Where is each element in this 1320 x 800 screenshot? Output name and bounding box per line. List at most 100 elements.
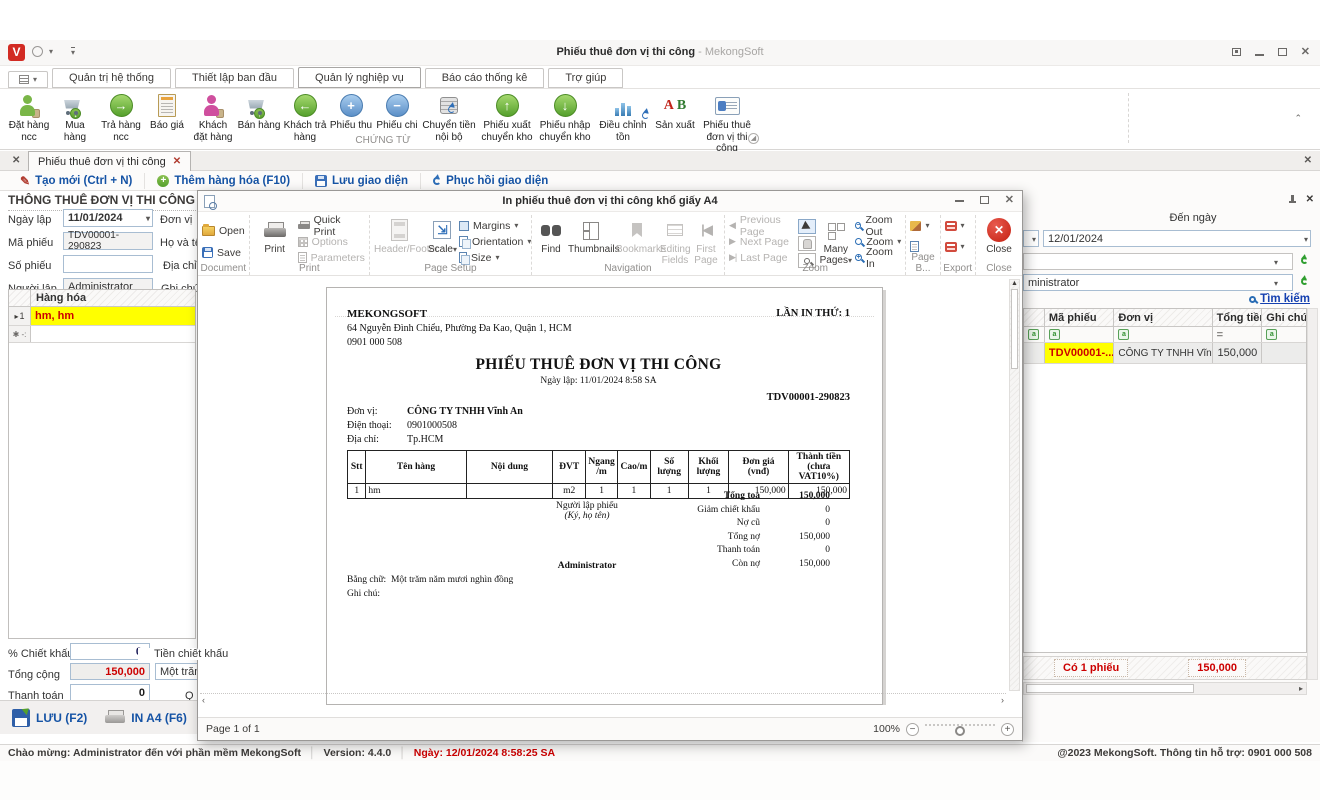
margins-button[interactable]: Margins▾ <box>459 219 531 232</box>
zoom-slider[interactable] <box>925 724 995 734</box>
hang-hoa-column-header[interactable]: Hàng hóa <box>31 290 195 306</box>
document-tab[interactable]: Phiếu thuê đơn vị thi công ✕ <box>28 151 191 171</box>
restore-icon[interactable] <box>1278 48 1287 56</box>
tab-tro-giup[interactable]: Trợ giúp <box>548 68 623 88</box>
chevron-down-icon[interactable]: ▾ <box>1274 258 1278 267</box>
hand-tool[interactable] <box>798 236 816 251</box>
save-button[interactable]: LƯU (F2) <box>12 709 87 727</box>
tu-ngay-combo-sliver[interactable]: ▾ <box>1023 230 1039 247</box>
new-button[interactable]: ✎Tạo mới (Ctrl + N) <box>8 173 145 189</box>
col-don-vi[interactable]: Đơn vị <box>1114 309 1212 326</box>
zoom-plus-icon[interactable]: + <box>1001 723 1014 736</box>
quick-print-button[interactable]: Quick Print <box>298 219 365 232</box>
den-ngay-input[interactable]: 12/01/2024▾ <box>1043 230 1311 247</box>
scale-button[interactable]: ⇲ Scale▾ <box>428 216 457 255</box>
close-preview-button[interactable]: ✕ Close <box>980 216 1018 255</box>
minimize-icon[interactable] <box>1255 54 1264 56</box>
print-a4-button[interactable]: IN A4 (F6) <box>105 710 187 725</box>
search-button[interactable]: Tìm kiếm <box>1249 293 1310 305</box>
result-row[interactable]: TDV00001-... CÔNG TY TNHH Vĩnh An 150,00… <box>1024 343 1306 364</box>
tabstrip-close-left-icon[interactable]: ✕ <box>12 155 20 166</box>
save-layout-button[interactable]: Lưu giao diện <box>303 173 421 189</box>
col-ghi-chu[interactable]: Ghi chú <box>1262 309 1306 326</box>
ngay-lap-input[interactable]: 11/01/2024▾ <box>63 209 153 227</box>
cell-ma-phieu[interactable]: TDV00001-... <box>1045 343 1114 363</box>
scroll-left-icon[interactable]: ‹ <box>202 695 205 705</box>
dialog-title-bar[interactable]: In phiếu thuê đơn vị thi công khổ giấy A… <box>198 191 1022 212</box>
open-button[interactable]: Open <box>202 224 245 237</box>
ribbon-menu-button[interactable]: ▾ <box>8 71 48 88</box>
close-icon[interactable]: ✕ <box>1301 47 1310 57</box>
refresh-icon[interactable] <box>1301 257 1308 264</box>
zoom-out-button[interactable]: −Zoom Out <box>855 219 901 232</box>
find-button[interactable]: Find <box>536 216 566 255</box>
pointer-tool[interactable] <box>798 219 816 234</box>
thanh-toan-input[interactable]: 0 <box>70 684 150 701</box>
filter-icon[interactable]: a <box>1049 329 1060 340</box>
so-phieu-input[interactable] <box>63 255 153 273</box>
thumbnails-icon <box>583 222 599 238</box>
preview-horizontal-scrollbar[interactable]: ‹› <box>200 693 1006 705</box>
header-footer-button: Header/Footer <box>374 216 426 255</box>
panel-close-icon[interactable]: ✕ <box>1306 194 1314 205</box>
zoom-minus-icon[interactable]: − <box>906 723 919 736</box>
filter-row[interactable]: a a a = a <box>1024 327 1306 343</box>
document-tab-close-icon[interactable]: ✕ <box>173 156 181 167</box>
scroll-right-icon[interactable]: › <box>1001 695 1004 705</box>
watermark-button[interactable]: ▾ <box>910 219 929 232</box>
dialog-maximize-icon[interactable] <box>980 196 989 204</box>
vertical-scrollbar[interactable] <box>1307 308 1318 680</box>
col-ma-phieu[interactable]: Mã phiếu <box>1045 309 1114 326</box>
group-collapse-icon[interactable]: ◢ <box>748 133 759 144</box>
dialog-minimize-icon[interactable] <box>955 200 964 202</box>
thumbnails-button[interactable]: Thumbnails <box>568 216 614 255</box>
grid-new-row[interactable]: ✱ -: <box>9 326 195 343</box>
save-document-button[interactable]: Save <box>202 246 245 259</box>
grid-row-1[interactable]: ▸1 hm, hm <box>9 307 195 326</box>
grid-cell-hang-hoa[interactable]: hm, hm <box>31 307 195 325</box>
filter-icon[interactable]: a <box>1266 329 1277 340</box>
cell-ghi-chu[interactable] <box>1262 343 1306 363</box>
tab-quan-ly-nghiep-vu[interactable]: Quản lý nghiệp vụ <box>298 67 421 88</box>
filter-combo-1[interactable]: ▾ <box>1023 253 1293 270</box>
filter-equals-icon[interactable]: = <box>1213 327 1263 342</box>
many-pages-button[interactable]: Many Pages▾ <box>818 216 853 266</box>
print-button[interactable]: Print <box>254 216 296 255</box>
ngay-lap-label: Ngày lập <box>8 214 51 226</box>
ma-phieu-input[interactable]: TDV00001-290823 <box>63 232 153 250</box>
chevron-down-icon[interactable]: ▾ <box>1274 279 1278 288</box>
tab-thiet-lap-ban-dau[interactable]: Thiết lập ban đầu <box>175 68 294 88</box>
filter-icon[interactable]: a <box>1028 329 1039 340</box>
user-filter-combo[interactable]: ministrator▾ <box>1023 274 1293 291</box>
cell-tong-tien[interactable]: 150,000 <box>1213 343 1263 363</box>
tab-bao-cao-thong-ke[interactable]: Báo cáo thống kê <box>425 68 545 88</box>
scrollbar-thumb[interactable] <box>1011 289 1018 369</box>
pin-icon[interactable] <box>1288 195 1297 204</box>
filter-icon[interactable]: a <box>1118 329 1129 340</box>
horizontal-scrollbar[interactable]: ▸ <box>1023 682 1307 695</box>
chevron-down-icon[interactable]: ▾ <box>146 214 150 223</box>
preview-vertical-scrollbar[interactable]: ▲ <box>1009 279 1020 691</box>
col-tong-tien[interactable]: Tổng tiền <box>1213 309 1263 326</box>
export-pdf-button[interactable]: ▾ <box>945 240 965 253</box>
scroll-right-icon[interactable]: ▸ <box>1299 684 1306 693</box>
tabstrip-close-right-icon[interactable]: ✕ <box>1304 155 1312 166</box>
export-document-button[interactable]: ▾ <box>945 219 965 232</box>
cell-don-vi[interactable]: CÔNG TY TNHH Vĩnh An <box>1114 343 1212 363</box>
ribbon-collapse-icon[interactable]: ⌃ <box>1294 113 1302 124</box>
restore-layout-button[interactable]: Phục hồi giao diện <box>421 173 560 189</box>
orientation-button[interactable]: Orientation▾ <box>459 235 531 248</box>
add-item-button[interactable]: +Thêm hàng hóa (F10) <box>145 173 303 189</box>
grid-cell-empty[interactable] <box>31 326 195 342</box>
invoice-title: PHIẾU THUÊ ĐƠN VỊ THI CÔNG <box>347 356 850 374</box>
dialog-close-icon[interactable]: ✕ <box>1005 195 1014 205</box>
window-style-icon[interactable] <box>1232 48 1241 56</box>
refresh-icon[interactable] <box>1301 278 1308 285</box>
tab-quan-tri-he-thong[interactable]: Quản trị hệ thống <box>52 68 171 88</box>
zoom-slider-thumb[interactable] <box>955 726 965 736</box>
production-icon: A B <box>653 92 697 119</box>
chevron-down-icon[interactable]: ▾ <box>1304 235 1308 244</box>
chevron-down-icon[interactable]: ▾ <box>1032 235 1036 244</box>
scrollbar-thumb[interactable] <box>1026 684 1194 693</box>
invoice-phone-value: 0901000508 <box>407 420 457 431</box>
